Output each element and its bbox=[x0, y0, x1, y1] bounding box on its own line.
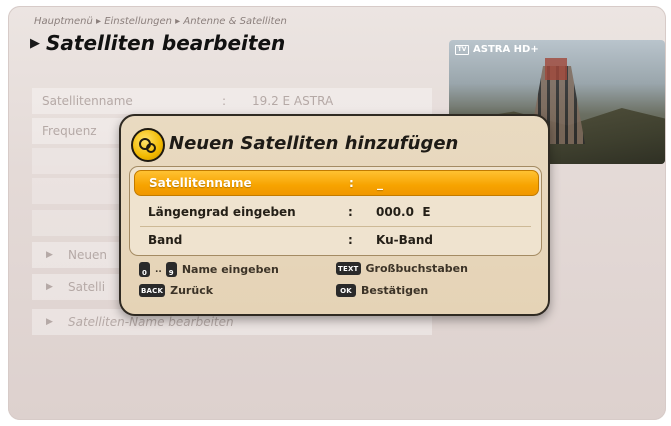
field-colon: : bbox=[348, 233, 353, 247]
dialog-field-list: Satellitenname : _ Längengrad eingeben :… bbox=[129, 166, 542, 256]
field-colon: : bbox=[348, 205, 353, 219]
key-9-icon: 9 bbox=[165, 262, 177, 277]
hint-label: Großbuchstaben bbox=[365, 262, 468, 275]
field-value: Ku-Band bbox=[376, 233, 433, 247]
bg-row-label: Satelliten-Name bearbeiten bbox=[68, 315, 234, 329]
field-satellitenname[interactable]: Satellitenname : _ bbox=[134, 170, 539, 196]
hint-label: Zurück bbox=[170, 284, 214, 297]
hint-name-eingeben: 0 .. 9 Name eingeben bbox=[139, 262, 279, 277]
field-band[interactable]: Band : Ku-Band bbox=[134, 228, 537, 252]
field-value: 000.0 E bbox=[376, 205, 431, 219]
bg-row-label: Satelli bbox=[68, 280, 106, 294]
field-value: _ bbox=[377, 176, 383, 190]
field-colon: : bbox=[349, 176, 354, 190]
hint-label: Bestätigen bbox=[361, 284, 429, 297]
bg-row-satellitenname[interactable]: Satellitenname : 19.2 E ASTRA bbox=[32, 88, 432, 114]
preview-tower-detail bbox=[545, 58, 567, 80]
field-divider bbox=[140, 226, 531, 227]
bg-row-label: Satellitenname bbox=[42, 94, 133, 108]
bg-row-label: Neuen bbox=[68, 248, 107, 262]
bg-row-colon: : bbox=[222, 94, 227, 108]
field-laengengrad[interactable]: Längengrad eingeben : 000.0 E bbox=[134, 200, 537, 224]
satellite-icon-ring bbox=[146, 143, 156, 153]
key-0-icon: 0 bbox=[139, 262, 150, 277]
satellite-icon bbox=[131, 128, 165, 162]
channel-tag: TV ASTRA HD+ bbox=[455, 44, 539, 55]
arrow-right-icon: ▶ bbox=[46, 317, 53, 327]
hint-label: Name eingeben bbox=[181, 263, 279, 276]
tv-icon: TV bbox=[455, 44, 469, 55]
hint-zurueck: BACK Zurück bbox=[139, 284, 213, 297]
field-label: Satellitenname bbox=[149, 176, 252, 190]
back-key-icon: BACK bbox=[139, 284, 166, 297]
field-label: Band bbox=[148, 233, 183, 247]
key-range-separator: .. bbox=[155, 264, 162, 275]
bg-row-value: 19.2 E ASTRA bbox=[252, 94, 334, 108]
dialog-title: Neuen Satelliten hinzufügen bbox=[169, 133, 459, 154]
ok-key-icon: OK bbox=[336, 284, 356, 297]
field-label: Längengrad eingeben bbox=[148, 205, 296, 219]
breadcrumb: Hauptmenü ▸ Einstellungen ▸ Antenne & Sa… bbox=[34, 16, 287, 27]
add-satellite-dialog: Neuen Satelliten hinzufügen Satellitenna… bbox=[119, 114, 550, 316]
hint-grossbuchstaben: TEXT Großbuchstaben bbox=[336, 262, 468, 275]
page-title: Satelliten bearbeiten bbox=[46, 31, 286, 55]
page-title-row: ▶ Satelliten bearbeiten bbox=[30, 31, 285, 55]
arrow-right-icon: ▶ bbox=[30, 35, 40, 51]
arrow-right-icon: ▶ bbox=[46, 250, 53, 260]
hint-bestaetigen: OK Bestätigen bbox=[336, 284, 428, 297]
channel-name: ASTRA HD+ bbox=[473, 44, 539, 55]
text-key-icon: TEXT bbox=[336, 262, 361, 275]
arrow-right-icon: ▶ bbox=[46, 282, 53, 292]
